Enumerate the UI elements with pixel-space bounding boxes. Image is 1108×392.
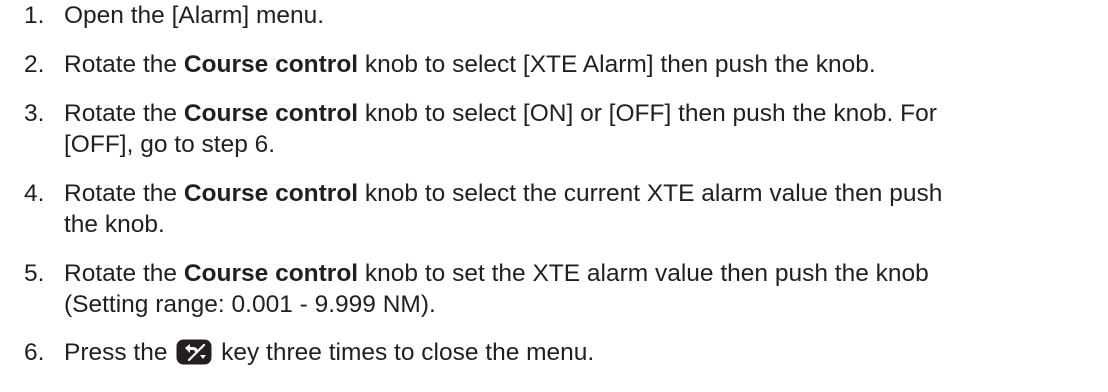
step-number: 1.: [24, 2, 45, 29]
control-name: Course control: [183, 100, 359, 127]
step-text: Press the key three times to close the m…: [64, 339, 595, 366]
control-name: Course control: [183, 260, 359, 287]
control-name: Course control: [183, 51, 359, 78]
step-number: 3.: [24, 100, 45, 127]
step-text: Rotate the Course control knob to select…: [64, 51, 876, 78]
step-text: Rotate the Course control knob to set th…: [64, 260, 929, 318]
control-name: Course control: [183, 180, 359, 207]
step-text: Rotate the Course control knob to select…: [64, 180, 943, 238]
step-number: 2.: [24, 51, 45, 78]
step-text: Rotate the Course control knob to select…: [64, 100, 937, 158]
step-number: 6.: [24, 339, 45, 366]
step-text: Open the [Alarm] menu.: [64, 2, 325, 29]
step-number: 4.: [24, 180, 45, 207]
procedure-steps: 1. Open the [Alarm] menu. 2. Rotate the …: [0, 0, 1108, 392]
cancel-key-icon: [176, 339, 212, 365]
step-number: 5.: [24, 260, 45, 287]
